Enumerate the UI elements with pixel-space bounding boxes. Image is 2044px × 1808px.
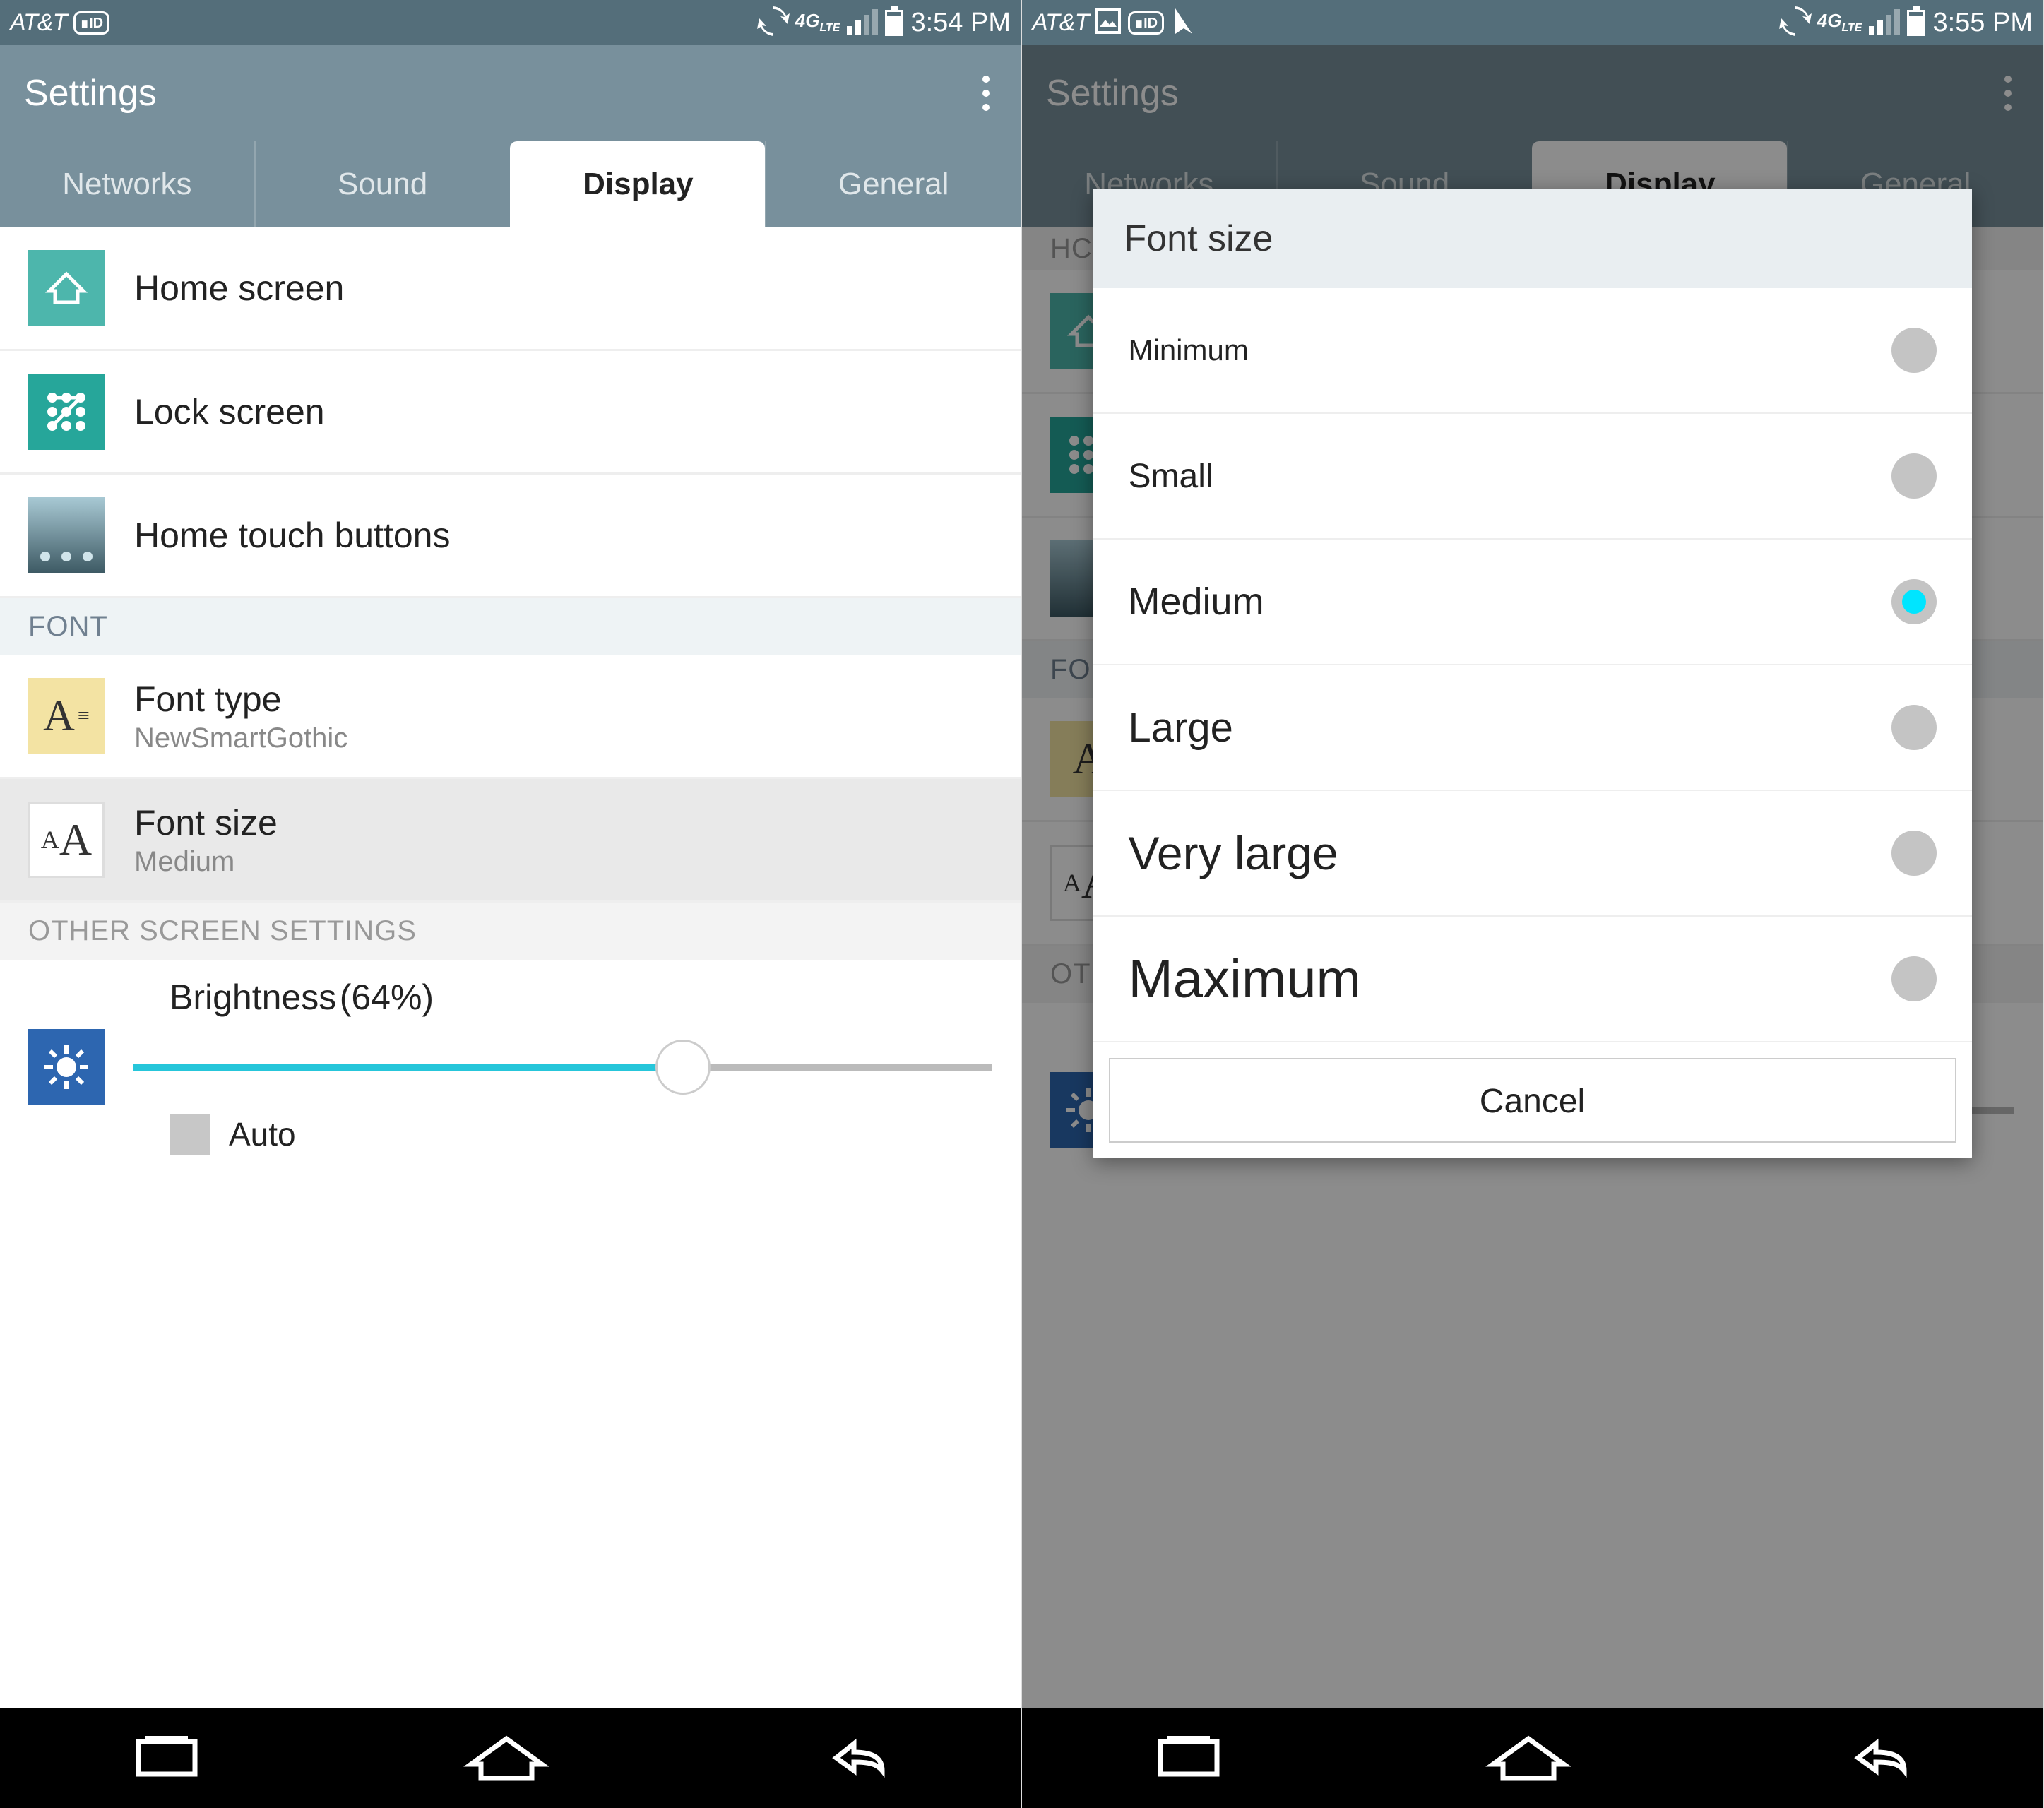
brightness-label: Brightness bbox=[170, 977, 336, 1017]
dialog-option-minimum[interactable]: Minimum bbox=[1093, 288, 1972, 414]
option-label: Large bbox=[1129, 704, 1233, 751]
dialog-option-maximum[interactable]: Maximum bbox=[1093, 917, 1972, 1042]
option-label: Minimum bbox=[1129, 333, 1249, 367]
auto-brightness-checkbox[interactable] bbox=[170, 1114, 210, 1155]
4g-lte-icon: 4GLTE bbox=[795, 10, 840, 35]
tab-display[interactable]: Display bbox=[510, 141, 766, 227]
tab-networks[interactable]: Networks bbox=[0, 141, 254, 227]
gallery-icon bbox=[1095, 8, 1121, 37]
brightness-icon bbox=[28, 1029, 105, 1105]
signal-icon bbox=[1869, 8, 1900, 38]
nav-back-button[interactable] bbox=[812, 1733, 889, 1783]
dialog-option-large[interactable]: Large bbox=[1093, 665, 1972, 791]
option-label: Maximum bbox=[1129, 948, 1361, 1010]
slider-thumb[interactable] bbox=[655, 1040, 711, 1095]
tab-bar: Networks Sound Display General bbox=[0, 141, 1021, 227]
home-touch-icon bbox=[28, 497, 105, 573]
carrier-label: AT&T bbox=[10, 9, 66, 37]
screen-right: AT&T ∎ID 4GLTE 3:55 PM Settings Networks… bbox=[1022, 0, 2044, 1808]
row-home-screen[interactable]: Home screen bbox=[0, 227, 1021, 351]
voicemail-icon: ∎ID bbox=[1128, 11, 1164, 35]
row-lock-screen[interactable]: Lock screen bbox=[0, 351, 1021, 475]
row-title: Home screen bbox=[134, 268, 344, 309]
sync-icon bbox=[759, 6, 788, 40]
page-title: Settings bbox=[24, 72, 157, 114]
radio-icon bbox=[1891, 453, 1937, 499]
brightness-slider[interactable] bbox=[133, 1039, 992, 1095]
radio-icon bbox=[1891, 956, 1937, 1001]
clock-label: 3:55 PM bbox=[1932, 8, 2033, 38]
radio-icon bbox=[1891, 328, 1937, 373]
dialog-cancel-button[interactable]: Cancel bbox=[1109, 1058, 1956, 1143]
dialog-option-very-large[interactable]: Very large bbox=[1093, 791, 1972, 917]
nav-home-button[interactable] bbox=[464, 1733, 549, 1783]
section-header-other: OTHER SCREEN SETTINGS bbox=[0, 903, 1021, 960]
nav-recent-button[interactable] bbox=[131, 1733, 202, 1783]
lock-screen-icon bbox=[28, 374, 105, 450]
home-screen-icon bbox=[28, 250, 105, 326]
option-label: Small bbox=[1129, 457, 1213, 496]
row-font-size[interactable]: AA Font size Medium bbox=[0, 779, 1021, 903]
row-subtitle: Medium bbox=[134, 846, 278, 878]
nav-home-button[interactable] bbox=[1486, 1733, 1571, 1783]
play-store-icon bbox=[1171, 7, 1196, 39]
clock-label: 3:54 PM bbox=[910, 8, 1011, 38]
tab-sound[interactable]: Sound bbox=[254, 141, 510, 227]
dialog-option-medium[interactable]: Medium bbox=[1093, 540, 1972, 665]
status-bar: AT&T ∎ID 4GLTE 3:54 PM bbox=[0, 0, 1021, 45]
radio-icon-selected bbox=[1891, 579, 1937, 624]
row-title: Font size bbox=[134, 802, 278, 843]
nav-bar bbox=[1022, 1708, 2043, 1808]
voicemail-icon: ∎ID bbox=[73, 11, 109, 35]
radio-icon bbox=[1891, 705, 1937, 750]
dialog-option-small[interactable]: Small bbox=[1093, 414, 1972, 540]
carrier-label: AT&T bbox=[1032, 9, 1088, 37]
battery-icon bbox=[885, 6, 903, 40]
auto-brightness-label: Auto bbox=[229, 1115, 296, 1153]
settings-list[interactable]: Home screen Lock screen Home touch butto… bbox=[0, 227, 1021, 1708]
overflow-menu-button[interactable] bbox=[982, 76, 997, 111]
section-header-font: FONT bbox=[0, 598, 1021, 655]
row-brightness[interactable]: Brightness (64%) Auto bbox=[0, 960, 1021, 1162]
nav-recent-button[interactable] bbox=[1153, 1733, 1224, 1783]
signal-icon bbox=[847, 8, 878, 38]
row-title: Home touch buttons bbox=[134, 515, 451, 556]
font-size-dialog: Font size Minimum Small Medium Large Ver… bbox=[1093, 189, 1972, 1158]
nav-bar bbox=[0, 1708, 1021, 1808]
font-type-icon: A≡ bbox=[28, 678, 105, 754]
nav-back-button[interactable] bbox=[1834, 1733, 1911, 1783]
battery-icon bbox=[1907, 6, 1925, 40]
action-bar: Settings bbox=[0, 45, 1021, 141]
row-title: Font type bbox=[134, 679, 347, 720]
sync-icon bbox=[1781, 6, 1810, 40]
dialog-title: Font size bbox=[1093, 189, 1972, 288]
row-home-touch-buttons[interactable]: Home touch buttons bbox=[0, 475, 1021, 598]
row-font-type[interactable]: A≡ Font type NewSmartGothic bbox=[0, 655, 1021, 779]
font-size-icon: AA bbox=[28, 802, 105, 878]
option-label: Very large bbox=[1129, 826, 1338, 880]
brightness-percent: (64%) bbox=[340, 977, 434, 1017]
option-label: Medium bbox=[1129, 580, 1264, 624]
row-subtitle: NewSmartGothic bbox=[134, 722, 347, 754]
tab-general[interactable]: General bbox=[765, 141, 1021, 227]
4g-lte-icon: 4GLTE bbox=[1817, 10, 1862, 35]
row-title: Lock screen bbox=[134, 391, 325, 432]
screen-left: AT&T ∎ID 4GLTE 3:54 PM Settings Networks… bbox=[0, 0, 1022, 1808]
radio-icon bbox=[1891, 831, 1937, 876]
status-bar: AT&T ∎ID 4GLTE 3:55 PM bbox=[1022, 0, 2043, 45]
